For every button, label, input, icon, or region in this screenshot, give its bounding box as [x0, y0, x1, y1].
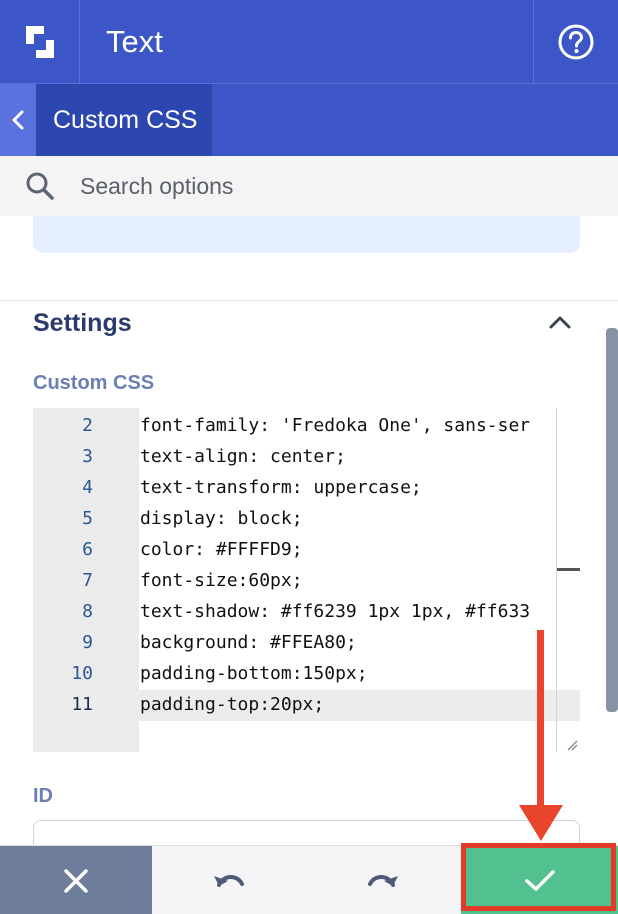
help-icon: [558, 24, 594, 60]
code-text: background: #FFEA80;: [140, 632, 357, 653]
code-line[interactable]: 2 font-family: 'Fredoka One', sans-ser: [33, 411, 580, 442]
code-line[interactable]: 5 display: block;: [33, 504, 580, 535]
search-bar: [0, 156, 618, 216]
page-title: Text: [106, 24, 163, 59]
code-text: display: block;: [140, 508, 303, 529]
back-button[interactable]: [0, 84, 36, 156]
code-text: font-family: 'Fredoka One', sans-ser: [140, 415, 531, 436]
line-number: 11: [71, 694, 93, 715]
breadcrumb-item-custom-css[interactable]: Custom CSS: [36, 84, 212, 156]
undo-button[interactable]: [152, 846, 305, 914]
line-number: 6: [82, 539, 93, 560]
code-text: font-size:60px;: [140, 570, 303, 591]
code-line[interactable]: 8 text-shadow: #ff6239 1px 1px, #ff633: [33, 597, 580, 628]
code-line[interactable]: 3 text-align: center;: [33, 442, 580, 473]
undo-icon: [213, 874, 244, 887]
search-icon: [24, 170, 56, 207]
code-line[interactable]: 11 padding-top:20px;: [33, 690, 580, 721]
code-line[interactable]: 10 padding-bottom:150px;: [33, 659, 580, 690]
editor-scroll-thumb[interactable]: [557, 568, 580, 571]
breadcrumb: Custom CSS: [0, 84, 618, 156]
line-number: 10: [71, 663, 93, 684]
custom-css-label: Custom CSS: [33, 372, 155, 394]
annotation-arrow-shaft: [537, 630, 544, 810]
line-number: 4: [82, 477, 93, 498]
code-text: text-align: center;: [140, 446, 346, 467]
cancel-button[interactable]: [0, 846, 152, 914]
save-button-highlight: [461, 843, 616, 911]
section-divider: [0, 300, 618, 301]
logo[interactable]: [0, 0, 80, 84]
editor-divider: [556, 408, 557, 752]
code-text: padding-top:20px;: [140, 694, 325, 715]
line-number: 7: [82, 570, 93, 591]
redo-button[interactable]: [305, 846, 461, 914]
settings-title: Settings: [33, 309, 132, 337]
annotation-arrow-head: [519, 805, 563, 841]
chevron-left-icon: [12, 110, 24, 130]
info-panel: [33, 216, 580, 253]
resize-handle-icon[interactable]: [566, 738, 578, 756]
code-lines: 2 font-family: 'Fredoka One', sans-ser 3 te…: [33, 411, 580, 721]
code-text: color: #FFFFD9;: [140, 539, 303, 560]
line-number: 2: [82, 415, 93, 436]
help-button[interactable]: [533, 0, 618, 84]
line-number: 3: [82, 446, 93, 467]
code-line[interactable]: 9 background: #FFEA80;: [33, 628, 580, 659]
css-code-editor[interactable]: 2 font-family: 'Fredoka One', sans-ser 3 te…: [33, 408, 580, 752]
id-label: ID: [33, 785, 53, 807]
code-text: padding-bottom:150px;: [140, 663, 368, 684]
code-line[interactable]: 6 color: #FFFFD9;: [33, 535, 580, 566]
code-text: text-transform: uppercase;: [140, 477, 422, 498]
line-number: 5: [82, 508, 93, 529]
line-number: 8: [82, 601, 93, 622]
redo-icon: [368, 874, 398, 887]
top-header: Text: [0, 0, 618, 84]
chevron-up-icon[interactable]: [546, 312, 574, 337]
code-line[interactable]: 4 text-transform: uppercase;: [33, 473, 580, 504]
line-number: 9: [82, 632, 93, 653]
logo-icon: [25, 26, 54, 58]
search-input[interactable]: [80, 169, 560, 203]
code-text: text-shadow: #ff6239 1px 1px, #ff633: [140, 601, 531, 622]
scrollbar[interactable]: [606, 328, 618, 712]
close-icon: [64, 868, 88, 893]
code-line[interactable]: 7 font-size:60px;: [33, 566, 580, 597]
